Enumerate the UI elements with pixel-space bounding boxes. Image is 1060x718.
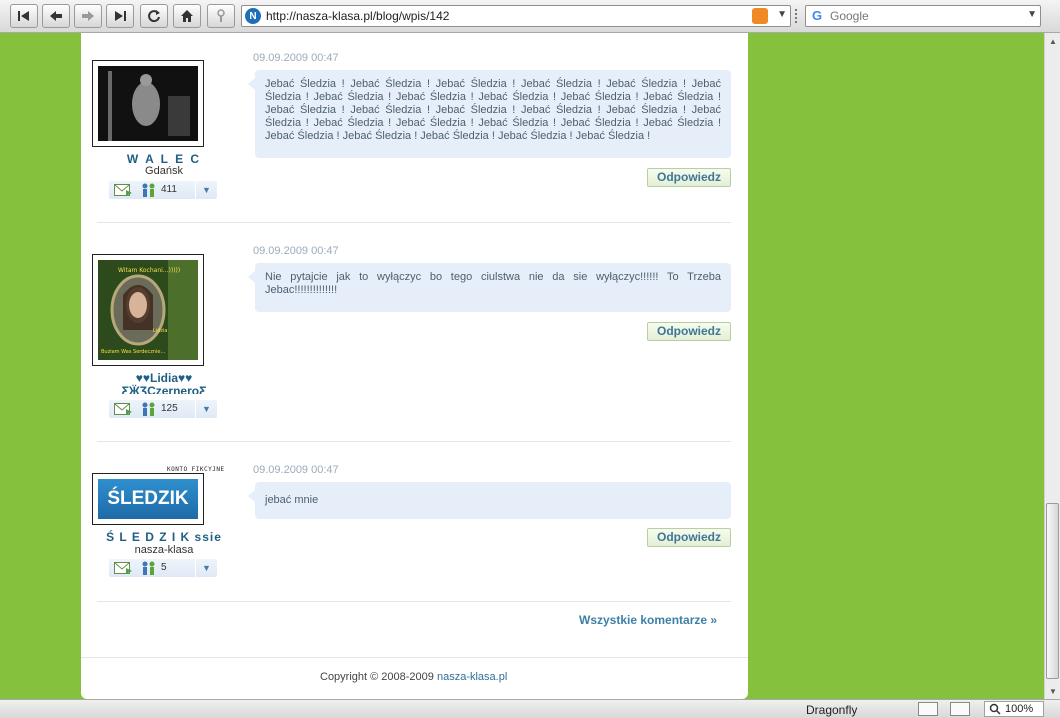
- search-bar[interactable]: G Google ▼: [805, 5, 1041, 27]
- page-content: W A L E C Gdańsk 411 ▼ 09.09.2009 00:47 …: [81, 33, 748, 699]
- panel-toggle-icon[interactable]: [918, 702, 938, 716]
- reply-button[interactable]: Odpowiedz: [647, 322, 731, 341]
- avatar[interactable]: ŚLEDZIK: [92, 473, 204, 525]
- user-name[interactable]: Ś L E D Z I K ssie: [97, 530, 231, 544]
- comment-text: Jebać Śledzia ! Jebać Śledzia ! Jebać Śl…: [248, 70, 731, 158]
- avatar[interactable]: [92, 60, 204, 147]
- back-button[interactable]: [42, 4, 70, 28]
- dragonfly-label[interactable]: Dragonfly: [806, 703, 857, 717]
- mail-icon[interactable]: [114, 184, 132, 196]
- user-name[interactable]: ♥♥Lidia♥♥: [97, 371, 231, 385]
- key-icon: [217, 9, 225, 22]
- footer-separator: [81, 657, 748, 658]
- reply-button[interactable]: Odpowiedz: [647, 528, 731, 547]
- avatar-logo: ŚLEDZIK: [98, 479, 198, 519]
- mail-icon[interactable]: [114, 403, 132, 415]
- all-comments-link[interactable]: Wszystkie komentarze »: [579, 613, 717, 627]
- zoom-level: 100%: [1005, 703, 1034, 715]
- forward-arrow-icon: [82, 11, 94, 21]
- site-favicon-icon: N: [245, 8, 261, 24]
- friends-icon[interactable]: [141, 560, 157, 576]
- user-name[interactable]: W A L E C: [97, 152, 231, 166]
- friends-count: 411: [161, 184, 177, 195]
- mail-icon[interactable]: [114, 562, 132, 574]
- first-page-button[interactable]: [10, 4, 38, 28]
- comment-separator: [97, 441, 731, 442]
- comment-separator: [97, 222, 731, 223]
- avatar[interactable]: Witam Kochani...))))) Lidzia Buziam Was …: [92, 254, 204, 366]
- avatar-photo: Witam Kochani...))))) Lidzia Buziam Was …: [98, 260, 198, 360]
- address-bar[interactable]: N http://nasza-klasa.pl/blog/wpis/142 ▼: [241, 5, 791, 27]
- footer-copyright: Copyright © 2008-2009 nasza-klasa.pl: [320, 671, 507, 683]
- chevron-down-icon[interactable]: ▼: [195, 181, 217, 199]
- friends-count: 5: [161, 562, 167, 573]
- reload-button[interactable]: [140, 4, 168, 28]
- scroll-down-icon[interactable]: ▼: [1045, 683, 1060, 699]
- browser-toolbar: N http://nasza-klasa.pl/blog/wpis/142 ▼ …: [0, 0, 1060, 33]
- comment-date: 09.09.2009 00:47: [253, 464, 339, 476]
- address-url[interactable]: http://nasza-klasa.pl/blog/wpis/142: [266, 9, 449, 23]
- toolbar-grip-icon[interactable]: [795, 9, 799, 23]
- user-actions: 125 ▼: [109, 400, 217, 418]
- comment-separator: [97, 601, 731, 602]
- friends-icon[interactable]: [141, 401, 157, 417]
- reply-button[interactable]: Odpowiedz: [647, 168, 731, 187]
- rss-feed-icon[interactable]: [752, 8, 768, 24]
- home-icon: [181, 10, 193, 22]
- chevron-down-icon[interactable]: ▼: [195, 400, 217, 418]
- skip-forward-icon: [115, 11, 126, 21]
- status-bar: Dragonfly 100%: [0, 699, 1060, 718]
- skip-back-icon: [18, 11, 29, 21]
- comment-date: 09.09.2009 00:47: [253, 52, 339, 64]
- fake-account-label: KONTO FIKCYJNE: [167, 466, 225, 473]
- scrollbar-thumb[interactable]: [1046, 503, 1059, 679]
- avatar-caption-top: Witam Kochani...))))): [118, 267, 180, 274]
- comment-text: Nie pytajcie jak to wyłączyc bo tego ciu…: [248, 263, 731, 312]
- search-dropdown-icon[interactable]: ▼: [1027, 9, 1037, 20]
- wand-button[interactable]: [207, 4, 235, 28]
- friends-count: 125: [161, 403, 178, 414]
- avatar-caption-mid: Lidzia: [153, 328, 167, 334]
- comment-text: jebać mnie: [248, 482, 731, 519]
- copyright-text: Copyright © 2008-2009: [320, 671, 434, 683]
- avatar-photo: [98, 66, 198, 141]
- fast-forward-button[interactable]: [106, 4, 134, 28]
- user-city: Gdańsk: [145, 165, 183, 177]
- reload-icon: [148, 10, 160, 23]
- site-link[interactable]: nasza-klasa.pl: [437, 671, 507, 683]
- zoom-control[interactable]: 100%: [984, 701, 1044, 717]
- back-arrow-icon: [50, 11, 62, 21]
- chevron-down-icon[interactable]: ▼: [195, 559, 217, 577]
- avatar-logo-text: ŚLEDZIK: [107, 488, 189, 509]
- address-dropdown-icon[interactable]: ▼: [777, 9, 787, 20]
- user-city: nasza-klasa: [134, 544, 194, 556]
- search-placeholder[interactable]: Google: [830, 9, 869, 23]
- avatar-caption-bottom: Buziam Was Serdecznie...: [101, 349, 166, 355]
- user-actions: 5 ▼: [109, 559, 217, 577]
- user-actions: 411 ▼: [109, 181, 217, 199]
- vertical-scrollbar[interactable]: ▲ ▼: [1044, 33, 1060, 699]
- comment-date: 09.09.2009 00:47: [253, 245, 339, 257]
- forward-button[interactable]: [74, 4, 102, 28]
- image-toggle-icon[interactable]: [950, 702, 970, 716]
- scroll-up-icon[interactable]: ▲: [1045, 33, 1060, 49]
- zoom-icon: [989, 703, 1001, 715]
- user-name-line2[interactable]: ƸӜƷCzerneroƸ: [97, 384, 231, 394]
- google-icon: G: [811, 8, 823, 23]
- home-button[interactable]: [173, 4, 201, 28]
- friends-icon[interactable]: [141, 182, 157, 198]
